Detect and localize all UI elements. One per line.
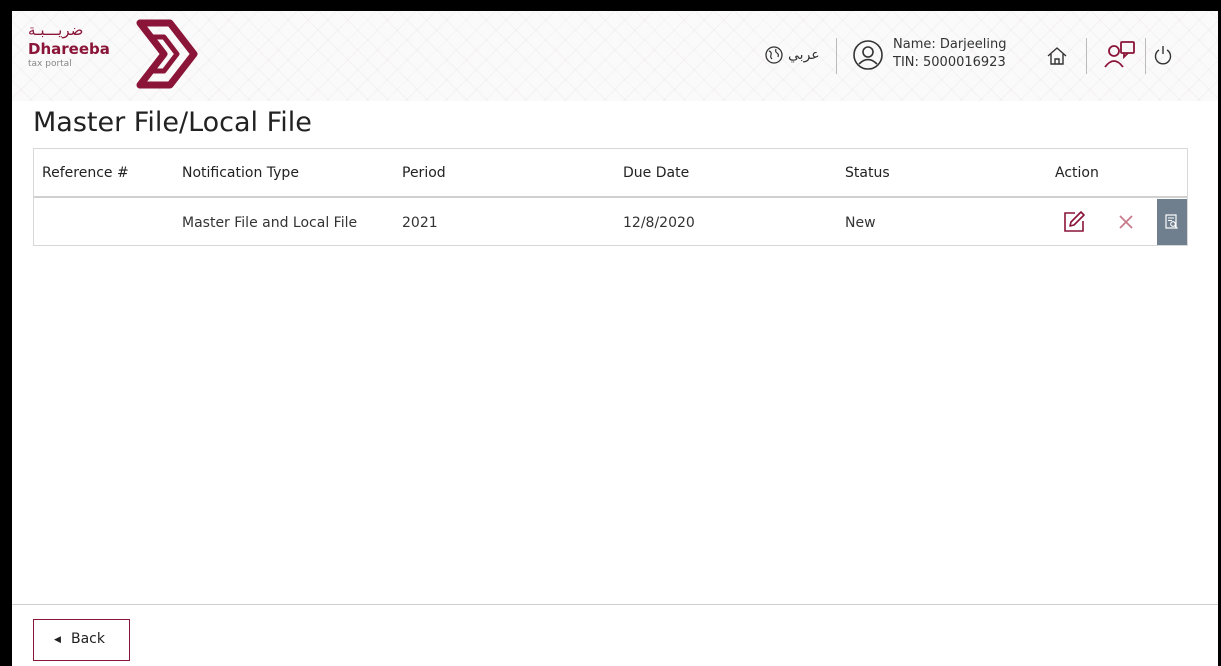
table-row: Master File and Local File 2021 12/8/202… [34,198,1187,246]
cell-due-date: 12/8/2020 [623,215,695,231]
delete-icon[interactable] [1116,212,1136,232]
column-header-action: Action [1055,165,1099,181]
logo-arabic-text: ضريـــبـة [28,21,84,39]
top-header: ضريـــبـة Dhareeba tax portal عربي Name:… [12,11,1218,101]
app-window: ضريـــبـة Dhareeba tax portal عربي Name:… [12,11,1218,666]
column-header-status: Status [845,165,890,181]
page-title: Master File/Local File [33,107,312,138]
view-button[interactable] [1157,199,1187,245]
user-name: Name: Darjeeling [893,37,1007,52]
view-document-icon [1165,214,1178,229]
power-icon[interactable] [1153,45,1173,65]
header-divider [836,38,837,74]
header-divider [1086,38,1087,74]
notifications-table: Reference # Notification Type Period Due… [33,148,1188,246]
back-arrow-icon: ◀ [54,635,61,645]
table-header: Reference # Notification Type Period Due… [34,149,1187,198]
back-button-label: Back [71,631,105,647]
cell-status: New [845,215,876,231]
footer-divider [12,604,1218,605]
column-header-period: Period [402,165,446,181]
home-icon[interactable] [1046,45,1068,67]
column-header-notification-type: Notification Type [182,165,299,181]
cell-notification-type: Master File and Local File [182,215,358,231]
logo-english-text: Dhareeba [28,40,110,58]
logo-chevron-icon [136,19,198,89]
people-icon[interactable] [1104,39,1136,71]
edit-icon[interactable] [1062,210,1086,234]
user-tin: TIN: 5000016923 [893,55,1006,70]
column-header-due-date: Due Date [623,165,690,181]
user-icon[interactable] [852,39,884,71]
dhareeba-logo[interactable]: ضريـــبـة Dhareeba tax portal [28,19,208,89]
language-toggle[interactable]: عربي [788,47,820,63]
logo-tagline: tax portal [28,59,72,69]
column-header-reference: Reference # [42,165,129,181]
back-button[interactable]: ◀ Back [33,619,130,661]
cell-period: 2021 [402,215,438,231]
header-divider [1145,38,1146,74]
globe-icon[interactable] [765,46,783,64]
